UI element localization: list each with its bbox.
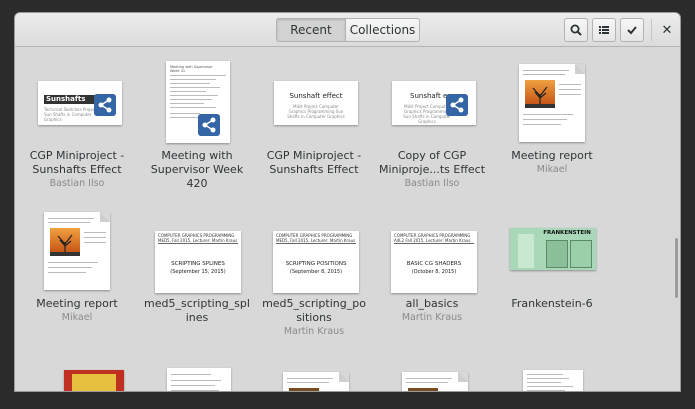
- document-title: Sunshafts Effect: [269, 163, 359, 176]
- document-author: Mikael: [536, 164, 568, 175]
- document-thumbnail: Sunshaft effect Mikit Project Computer G…: [274, 81, 358, 125]
- view-switcher: Recent Collections: [276, 18, 420, 42]
- document-author: Bastian Ilso: [49, 178, 105, 189]
- thumb-title: Sunshaft effect: [289, 92, 343, 100]
- document-title: Frankenstein-6: [511, 297, 593, 310]
- view-mode-button[interactable]: [592, 18, 616, 42]
- document-title: Sunshafts Effect: [32, 163, 122, 176]
- sunset-image: [525, 80, 555, 108]
- thumb-title: FRANKENSTEIN: [543, 230, 591, 236]
- scrollbar[interactable]: [675, 238, 678, 298]
- document-thumbnail[interactable]: [523, 370, 583, 391]
- check-icon: [627, 26, 637, 35]
- document-thumbnail: COMPUTER GRAPHICS PROGRAMMING MED5, Fall…: [273, 231, 359, 293]
- document-title: med5_scripting_spl: [144, 297, 250, 310]
- thumb-title: Sunshafts Eff: [44, 95, 96, 112]
- thumb-date: (September 8, 2015): [289, 269, 343, 275]
- document-title: CGP Miniproject -: [29, 149, 125, 162]
- thumb-title: Sunshaft e: [410, 92, 448, 100]
- document-title: med5_scripting_po: [262, 297, 366, 310]
- document-thumbnail[interactable]: [167, 368, 231, 391]
- document-item[interactable]: Sunshaft effect Mikit Project Computer G…: [255, 48, 373, 198]
- thumb-title: BASIC CG SHADERS: [406, 261, 462, 267]
- document-thumbnail: Sunshaft e Mikit Project Computer Graphi…: [392, 81, 476, 125]
- header-separator: [651, 19, 652, 41]
- document-thumbnail: [44, 212, 110, 290]
- comic-panel: [570, 240, 592, 268]
- comic-panel: [518, 234, 534, 268]
- document-thumbnail: Meeting with Supervisor Week 41: [166, 61, 230, 143]
- document-thumbnail: FRANKENSTEIN: [510, 228, 596, 270]
- document-author: Martin Kraus: [401, 312, 463, 323]
- tab-recent[interactable]: Recent: [276, 18, 346, 42]
- document-title: Miniproje...ts Effect: [378, 163, 486, 176]
- document-title: sitions: [296, 311, 332, 324]
- thumb-title: SCRIPTING POSITIONS: [285, 261, 347, 267]
- document-title: Meeting report: [511, 149, 593, 162]
- thumb-title: SCRIPTING SPLINES: [171, 261, 225, 267]
- document-author: Martin Kraus: [283, 326, 345, 337]
- document-thumbnail[interactable]: [283, 372, 349, 391]
- document-item[interactable]: Meeting with Supervisor Week 41 Meeting …: [138, 48, 256, 198]
- share-icon: [94, 94, 116, 116]
- document-thumbnail: [519, 64, 585, 142]
- document-item[interactable]: Sunshafts Eff Technical Sketches Project…: [18, 48, 136, 198]
- header-bar: Recent Collections ✕: [15, 13, 680, 47]
- document-author: Mikael: [61, 312, 93, 323]
- document-thumbnail: COMPUTER GRAPHICS PROGRAMMING MED5, Fall…: [155, 231, 241, 293]
- document-title: ines: [185, 311, 209, 324]
- documents-window: Recent Collections ✕ Sunshafts Eff Techn…: [14, 12, 681, 392]
- thumb-header: COMPUTER GRAPHICS PROGRAMMING MED5, Fall…: [276, 233, 356, 244]
- thumb-date: (September 15, 2015): [170, 269, 226, 275]
- select-mode-button[interactable]: [620, 18, 644, 42]
- close-button[interactable]: ✕: [655, 18, 679, 42]
- tab-collections[interactable]: Collections: [346, 18, 420, 42]
- close-icon: ✕: [661, 22, 673, 38]
- document-item[interactable]: COMPUTER GRAPHICS PROGRAMMING A4L2 Fall …: [373, 198, 491, 348]
- document-title: Copy of CGP: [397, 149, 467, 162]
- document-item[interactable]: Meeting report Mikael: [18, 198, 136, 348]
- document-grid: Sunshafts Eff Technical Sketches Project…: [15, 48, 680, 391]
- comic-panel: [546, 240, 568, 268]
- document-thumbnail: Sunshafts Eff Technical Sketches Project…: [38, 81, 122, 125]
- document-thumbnail[interactable]: [402, 372, 468, 391]
- share-icon: [446, 94, 468, 116]
- thumb-title: Meeting with Supervisor Week 41: [170, 65, 213, 73]
- document-item[interactable]: FRANKENSTEIN Frankenstein-6: [493, 198, 611, 348]
- document-author: Bastian Ilso: [404, 178, 460, 189]
- document-title: Meeting report: [36, 297, 118, 310]
- share-icon: [198, 114, 220, 136]
- search-icon: [570, 24, 582, 36]
- document-title: Meeting with: [161, 149, 233, 162]
- document-title: 420: [186, 177, 208, 190]
- document-item[interactable]: COMPUTER GRAPHICS PROGRAMMING MED5, Fall…: [138, 198, 256, 348]
- document-item[interactable]: Meeting report Mikael: [493, 48, 611, 198]
- thumb-date: (October 8, 2015): [411, 269, 457, 275]
- thumb-text: Mikit Project Computer Graphics Programm…: [287, 104, 345, 119]
- sunset-image: [50, 228, 80, 256]
- document-item[interactable]: COMPUTER GRAPHICS PROGRAMMING MED5, Fall…: [255, 198, 373, 348]
- document-thumbnail: COMPUTER GRAPHICS PROGRAMMING A4L2 Fall …: [391, 231, 477, 293]
- document-title: Supervisor Week: [150, 163, 244, 176]
- thumb-header: COMPUTER GRAPHICS PROGRAMMING MED5, Fall…: [158, 233, 238, 244]
- document-item[interactable]: Sunshaft e Mikit Project Computer Graphi…: [373, 48, 491, 198]
- thumb-header: COMPUTER GRAPHICS PROGRAMMING A4L2 Fall …: [394, 233, 474, 244]
- list-icon: [599, 26, 609, 34]
- document-thumbnail[interactable]: [64, 370, 124, 391]
- document-title: CGP Miniproject -: [266, 149, 362, 162]
- document-title: all_basics: [405, 297, 459, 310]
- thumb-text: Mikit Project Computer Graphics Programm…: [403, 104, 451, 124]
- search-button[interactable]: [564, 18, 588, 42]
